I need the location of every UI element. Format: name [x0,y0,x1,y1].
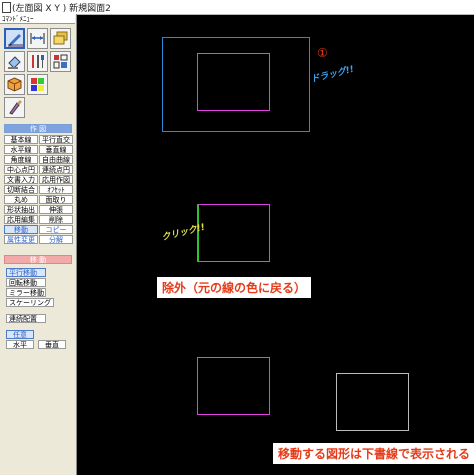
dashed-preview-callout: 移動する図形は下書線で表示される [273,443,474,464]
window-title: (左面図 X Y ) 新規図面2 [12,4,111,14]
excluded-shape[interactable] [197,204,270,262]
cube-icon[interactable] [4,74,25,95]
cmd-mirror-move[interactable]: ミラー移動 [6,288,46,297]
eraser-icon[interactable] [4,51,25,72]
cmd-stretch[interactable]: 伸張 [39,205,73,214]
constraint-vertical[interactable]: 垂直 [38,340,66,349]
palette-header: ｺﾏﾝﾄﾞﾒﾆｭｰ [0,14,75,24]
cmd-applied-edit[interactable]: 応用編集 [4,215,38,224]
color-palette-icon[interactable] [27,74,48,95]
section-move: 移 動 [4,255,72,264]
constraint-horizontal[interactable]: 水平 [6,340,34,349]
cmd-continuous-circle[interactable]: 連続点円 [39,165,73,174]
title-bar: (左面図 X Y ) 新規図面2 [0,0,474,15]
cmd-horizontal-line[interactable]: 水平線 [4,145,38,154]
dimension-icon[interactable] [27,28,48,49]
exclude-callout: 除外（元の線の色に戻る） [157,277,312,298]
pencil-ruler-icon[interactable] [4,28,25,49]
command-palette: ｺﾏﾝﾄﾞﾒﾆｭｰ 作 図 基本線 平行直交 水平線 垂直線 角度線 自由曲線 … [0,14,77,475]
cmd-round[interactable]: 丸め [4,195,38,204]
tools-icon[interactable] [27,51,48,72]
grid-icon[interactable] [50,51,71,72]
layer-stack-icon[interactable] [50,28,71,49]
cmd-parallel-perpendicular[interactable]: 平行直交 [39,135,73,144]
section-draw: 作 図 [4,124,72,133]
cmd-offset[interactable]: ｵﾌｾｯﾄ [39,185,73,194]
brush-icon[interactable] [4,97,25,118]
cmd-continuous-place[interactable]: 連続配置 [6,314,46,323]
cmd-center-circle[interactable]: 中心点円 [4,165,38,174]
cmd-shape-extract[interactable]: 形状抽出 [4,205,38,214]
cmd-delete[interactable]: 削除 [39,215,73,224]
cmd-chamfer[interactable]: 面取り [39,195,73,204]
moved-shape-original[interactable] [197,357,270,415]
document-icon [2,2,11,13]
cmd-free-curve[interactable]: 自由曲線 [39,155,73,164]
step-number: ① [317,46,328,60]
cmd-parallel-move[interactable]: 平行移動 [6,268,46,277]
cmd-scaling[interactable]: スケーリング [6,298,54,307]
drag-label: ドラッグ!! [309,64,356,86]
cmd-move[interactable]: 移動 [4,225,38,234]
cmd-basic-line[interactable]: 基本線 [4,135,38,144]
cmd-text-input[interactable]: 文書入力 [4,175,38,184]
move-preview-shape [336,373,409,431]
constraint-free[interactable]: 任意 [6,330,34,339]
cmd-attribute-change[interactable]: 属性変更 [4,235,38,244]
drawing-canvas[interactable]: ① ドラッグ!! クリック!! 除外（元の線の色に戻る） 移動する図形は下書線で… [77,15,474,475]
cmd-angle-line[interactable]: 角度線 [4,155,38,164]
cmd-copy[interactable]: コピー [39,225,73,234]
cmd-rotate-move[interactable]: 回転移動 [6,278,46,287]
cmd-applied-draw[interactable]: 応用作図 [39,175,73,184]
cmd-cut-join[interactable]: 切断結合 [4,185,38,194]
selected-shape[interactable] [197,53,270,111]
cmd-explode[interactable]: 分解 [39,235,73,244]
cmd-vertical-line[interactable]: 垂直線 [39,145,73,154]
